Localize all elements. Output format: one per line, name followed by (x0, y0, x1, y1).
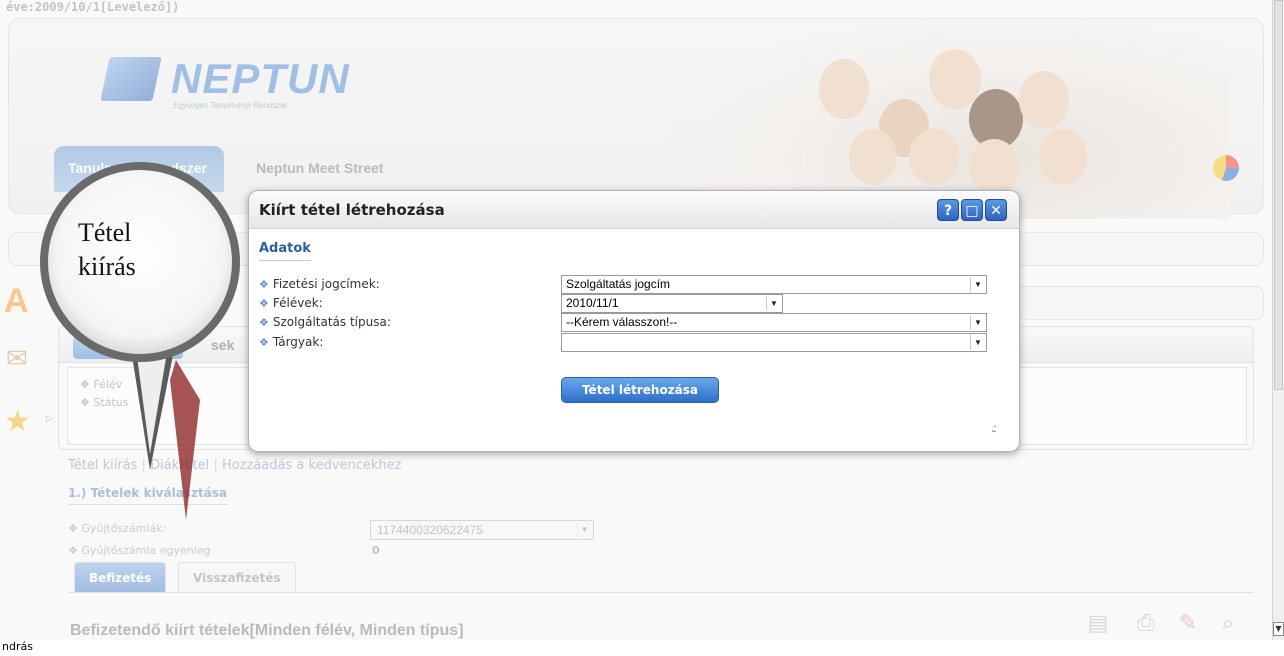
link-diakhitel[interactable]: DiákHitel (150, 458, 209, 473)
gyujtoszamla-egyenleg-label: ❖ Gyűjtőszámla egyenleg (68, 544, 211, 557)
logo-mark-icon (100, 57, 162, 101)
create-item-button[interactable]: Tétel létrehozása (561, 377, 719, 403)
diamond-bullet-icon: ❖ (259, 297, 269, 310)
letter-a-icon[interactable]: A (4, 282, 34, 320)
pin-icon[interactable]: ✎ (1174, 610, 1202, 638)
content-active-tab[interactable] (73, 337, 183, 359)
adatok-section-title: Adatok (259, 241, 311, 261)
resize-grip-icon[interactable]: .: (991, 421, 997, 435)
dialog-title-bar[interactable]: Kiírt tétel létrehozása ? □ ✕ (249, 191, 1019, 229)
szolgaltatas-tipusa-select[interactable]: --Kérem válasszon!-- ▼ (561, 313, 987, 332)
print-icon[interactable]: ⎙ (1132, 610, 1160, 638)
scrollbar-thumb[interactable] (1274, 0, 1283, 390)
gyujtoszamla-egyenleg-value: 0 (372, 544, 380, 557)
fizetesi-jogcimek-select[interactable]: Szolgáltatás jogcím ▼ (561, 275, 987, 294)
diamond-bullet-icon: ❖ (259, 316, 269, 329)
dialog-body: Adatok ❖ Fizetési jogcímek: Szolgáltatás … (249, 229, 1019, 451)
side-icons: A ✉ ★ ▷ (0, 280, 56, 480)
create-item-dialog: Kiírt tétel létrehozása ? □ ✕ Adatok ❖ Fi… (248, 190, 1020, 452)
filter-felev-label: ❖ Félév (80, 378, 123, 391)
excel-export-icon[interactable]: ▤ (1084, 610, 1112, 638)
szolgaltatas-tipusa-label: ❖ Szolgáltatás típusa: (259, 315, 391, 329)
chevron-down-icon: ▼ (970, 335, 985, 350)
section-tetelek-kivalasztasa: 1.) Tételek kiválasztása (68, 486, 228, 505)
callout-text: Tétel kiírás (78, 218, 136, 281)
link-tetel-kiiras[interactable]: Tétel kiírás (68, 458, 137, 473)
chevron-down-icon: ▼ (970, 277, 985, 292)
filter-status-label: ❖ Státus (80, 396, 129, 409)
search-icon[interactable]: ⌕ (1214, 610, 1242, 638)
browser-status-bar: ndrás (0, 640, 1284, 656)
tab-divider (68, 592, 1254, 593)
tab-visszafizetes[interactable]: Visszafizetés (178, 562, 296, 592)
diamond-bullet-icon: ❖ (259, 336, 269, 349)
link-add-favorites[interactable]: Hozzáadás a kedvencekhez (222, 458, 402, 473)
scroll-down-arrow-icon[interactable]: ▼ (1273, 622, 1284, 636)
envelope-icon[interactable]: ✉ (6, 344, 28, 374)
neptun-logo[interactable]: NEPTUN Egységes Tanulmányi Rendszer (100, 55, 349, 115)
pie-chart-icon[interactable] (1213, 155, 1239, 181)
chevron-down-icon: ▼ (970, 315, 985, 330)
befizetendo-title: Befizetendő kiírt tételek[Minden félév, … (70, 622, 464, 639)
star-icon[interactable]: ★ (4, 404, 31, 439)
semester-status-text: éve:2009/10/1[Levelező]) (6, 0, 180, 14)
function-links: Tétel kiírás | DiákHitel | Hozzáadás a k… (68, 458, 402, 473)
chevron-down-icon: ▼ (577, 523, 591, 537)
felevek-label: ❖ Félévek: (259, 296, 323, 310)
help-icon[interactable]: ? (937, 199, 959, 221)
tab-neptun-meet-street[interactable]: Neptun Meet Street (256, 160, 384, 176)
diamond-bullet-icon: ❖ (259, 278, 269, 291)
targyak-select[interactable]: ▼ (561, 333, 987, 352)
dialog-title: Kiírt tétel létrehozása (259, 201, 445, 219)
close-icon[interactable]: ✕ (985, 199, 1007, 221)
tab-befizetes[interactable]: Befizetés (74, 562, 167, 592)
dialog-window-buttons: ? □ ✕ (937, 199, 1011, 221)
gyujtoszamla-select[interactable]: 1174400320622475 ▼ (370, 520, 594, 540)
felevek-select[interactable]: 2010/11/1 ▼ (561, 294, 783, 313)
chevron-down-icon: ▼ (766, 296, 781, 311)
header-photo (669, 19, 1229, 219)
expand-arrow-icon[interactable]: ▷ (46, 414, 53, 424)
fizetesi-jogcimek-label: ❖ Fizetési jogcímek: (259, 277, 380, 291)
gyujtoszamlak-label: ❖ Gyűjtőszámlák: (68, 522, 167, 535)
tab-tanulmanyi-rendszer[interactable]: Tanulmányi rendszer (54, 146, 224, 192)
targyak-label: ❖ Tárgyak: (259, 335, 324, 349)
maximize-icon[interactable]: □ (961, 199, 983, 221)
table-toolbar: ▤ ⎙ ✎ ⌕ (1084, 610, 1254, 640)
